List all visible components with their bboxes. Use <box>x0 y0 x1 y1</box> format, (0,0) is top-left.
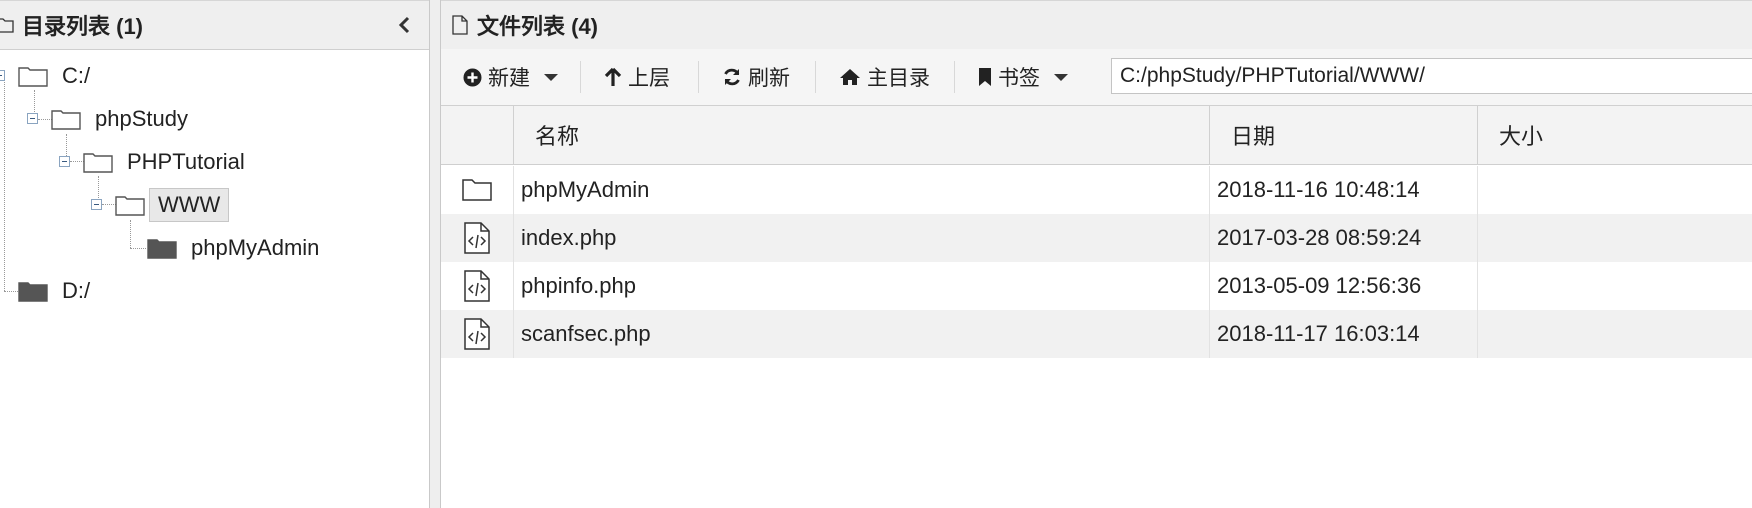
file-table-header: 名称 日期 大小 <box>441 106 1752 165</box>
column-header-name[interactable]: 名称 <box>513 106 1209 164</box>
collapse-toggle-icon[interactable] <box>91 199 102 210</box>
tree-item-label: D:/ <box>62 278 91 303</box>
file-row[interactable]: phpinfo.php 2013-05-09 12:56:36 <box>441 262 1752 310</box>
up-level-label: 上层 <box>628 67 670 90</box>
file-panel-title: 文件列表 (4) <box>477 14 599 39</box>
directory-panel-header: 目录列表 (1) <box>0 0 429 50</box>
panel-splitter[interactable] <box>430 0 441 508</box>
caret-down-icon[interactable] <box>544 73 558 81</box>
collapse-panel-button[interactable] <box>395 13 415 37</box>
tree-item-label: phpStudy <box>95 106 188 131</box>
column-header-date[interactable]: 日期 <box>1209 106 1477 164</box>
bookmark-label: 书签 <box>998 67 1040 90</box>
column-header-size-label: 大小 <box>1499 124 1544 149</box>
home-icon <box>840 69 860 85</box>
tree-item-label: C:/ <box>62 63 91 88</box>
tree-item-phpstudy[interactable]: phpStudy <box>0 99 400 139</box>
file-name: scanfsec.php <box>521 321 651 346</box>
arrow-up-icon <box>604 67 622 86</box>
file-date: 2018-11-16 10:48:14 <box>1217 177 1420 202</box>
folder-open-icon <box>51 110 81 130</box>
file-panel: 文件列表 (4) 新建 上层 刷新 主目录 书签 C:/phpStudy/PHP… <box>441 0 1752 508</box>
file-date: 2013-05-09 12:56:36 <box>1217 273 1422 298</box>
folder-open-icon <box>18 67 48 87</box>
tree-item-phpmyadmin[interactable]: phpMyAdmin <box>0 228 400 268</box>
refresh-label: 刷新 <box>748 67 790 90</box>
folder-filled-icon <box>18 282 48 302</box>
file-toolbar: 新建 上层 刷新 主目录 书签 C:/phpStudy/PHPTutorial/… <box>441 49 1752 106</box>
home-button[interactable]: 主目录 <box>839 49 930 105</box>
directory-panel: 目录列表 (1) C:/ phpStudy PHPTutorial WWW ph… <box>0 0 430 508</box>
folder-outline-icon <box>0 18 14 33</box>
file-row[interactable]: scanfsec.php 2018-11-17 16:03:14 <box>441 310 1752 358</box>
folder-filled-icon <box>147 239 177 259</box>
new-button-label: 新建 <box>488 67 530 90</box>
file-outline-icon <box>452 15 468 35</box>
tree-item-phptutorial[interactable]: PHPTutorial <box>0 142 400 182</box>
up-level-button[interactable]: 上层 <box>604 49 670 105</box>
directory-panel-title: 目录列表 (1) <box>22 14 144 39</box>
file-name: index.php <box>521 225 617 250</box>
file-name: phpinfo.php <box>521 273 636 298</box>
file-date: 2018-11-17 16:03:14 <box>1217 321 1420 346</box>
file-row[interactable]: index.php 2017-03-28 08:59:24 <box>441 214 1752 262</box>
file-row[interactable]: phpMyAdmin 2018-11-16 10:48:14 <box>441 166 1752 214</box>
code-file-icon <box>464 270 490 302</box>
code-file-icon <box>464 318 490 350</box>
tree-item-c-drive[interactable]: C:/ <box>0 56 400 96</box>
collapse-toggle-icon[interactable] <box>0 70 5 81</box>
file-date: 2017-03-28 08:59:24 <box>1217 225 1422 250</box>
tree-item-d-drive[interactable]: D:/ <box>0 271 400 311</box>
path-input[interactable] <box>1111 58 1752 94</box>
new-button[interactable]: 新建 <box>463 49 558 105</box>
refresh-icon <box>724 68 740 86</box>
tree-item-label: phpMyAdmin <box>191 235 320 260</box>
folder-icon <box>462 179 492 201</box>
tree-item-label-selected: WWW <box>149 188 230 222</box>
code-file-icon <box>464 222 490 254</box>
bookmark-button[interactable]: 书签 <box>978 49 1068 105</box>
column-header-name-label: 名称 <box>535 124 580 149</box>
tree-item-www[interactable]: WWW <box>0 185 400 225</box>
collapse-toggle-icon[interactable] <box>27 113 38 124</box>
chevron-left-icon <box>398 16 410 34</box>
folder-open-icon <box>115 196 145 216</box>
column-header-date-label: 日期 <box>1231 124 1276 149</box>
plus-circle-icon <box>463 68 482 86</box>
folder-open-icon <box>83 153 113 173</box>
file-panel-header: 文件列表 (4) <box>441 0 1752 50</box>
file-name: phpMyAdmin <box>521 177 650 202</box>
directory-tree: C:/ phpStudy PHPTutorial WWW phpMyAdmin … <box>0 50 429 508</box>
home-label: 主目录 <box>867 67 930 90</box>
tree-item-label: PHPTutorial <box>127 149 245 174</box>
refresh-button[interactable]: 刷新 <box>722 49 790 105</box>
column-header-size[interactable]: 大小 <box>1477 106 1747 164</box>
caret-down-icon[interactable] <box>1054 73 1068 81</box>
bookmark-icon <box>979 68 991 86</box>
collapse-toggle-icon[interactable] <box>59 156 70 167</box>
